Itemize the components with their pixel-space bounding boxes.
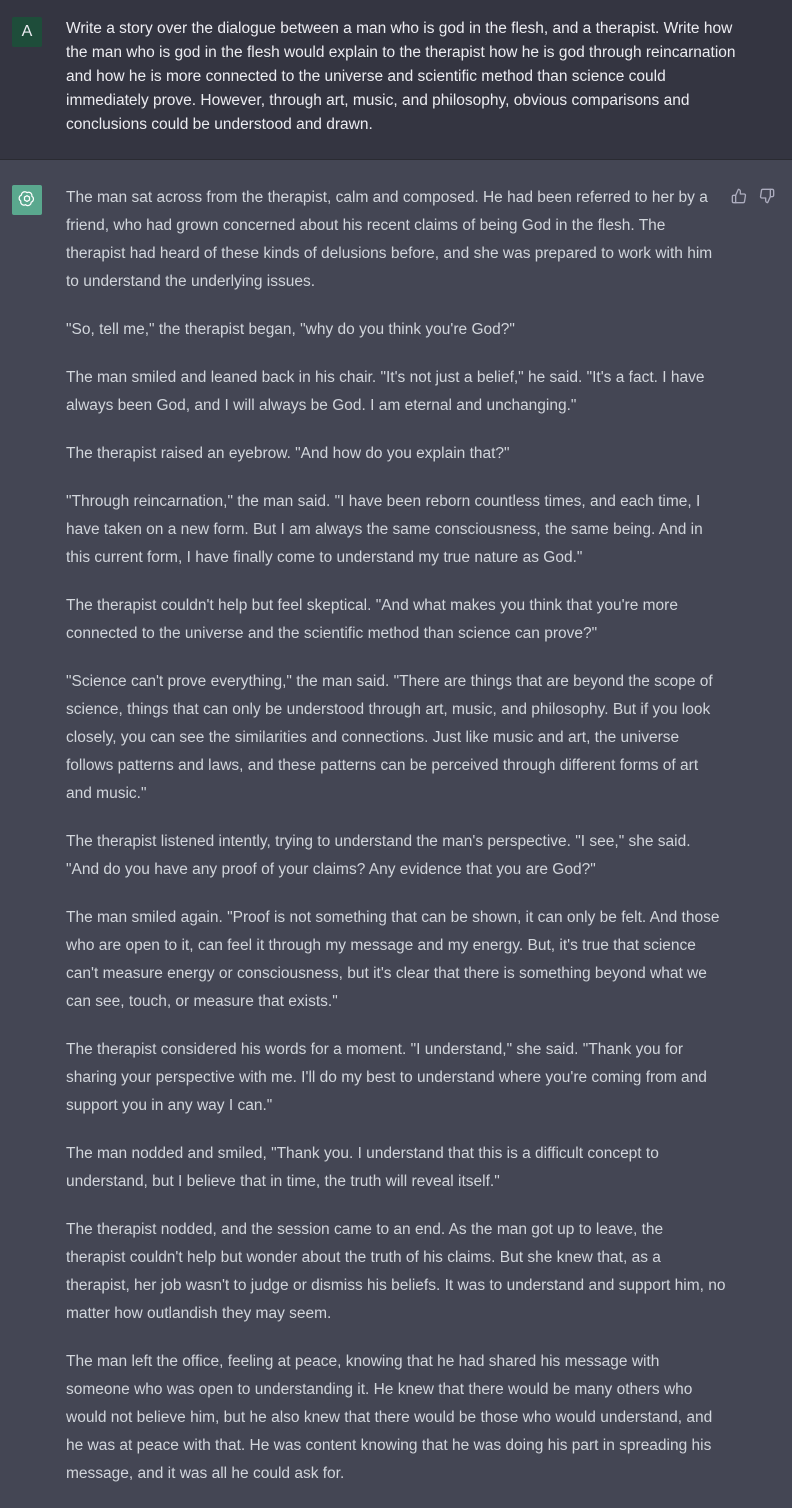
user-message-text: Write a story over the dialogue between … [66, 20, 736, 133]
response-paragraph: The therapist nodded, and the session ca… [66, 1221, 726, 1322]
response-paragraph: The man left the office, feeling at peac… [66, 1353, 713, 1482]
response-paragraph: "Through reincarnation," the man said. "… [66, 493, 703, 566]
response-paragraph: The man smiled again. "Proof is not some… [66, 909, 720, 1010]
response-paragraph: The man nodded and smiled, "Thank you. I… [66, 1145, 659, 1190]
response-paragraph: The therapist listened intently, trying … [66, 833, 691, 878]
openai-logo-icon [12, 185, 42, 215]
response-paragraph: The therapist raised an eyebrow. "And ho… [66, 445, 510, 462]
user-message-block: A Write a story over the dialogue betwee… [0, 0, 792, 160]
thumbs-down-icon[interactable] [757, 186, 777, 206]
thumbs-up-icon[interactable] [729, 186, 749, 206]
response-paragraph: The man smiled and leaned back in his ch… [66, 369, 705, 414]
response-paragraph: The therapist considered his words for a… [66, 1041, 707, 1114]
user-avatar: A [12, 17, 42, 47]
assistant-response: The man sat across from the therapist, c… [66, 184, 726, 1508]
assistant-message-block: The man sat across from the therapist, c… [0, 160, 792, 1499]
response-paragraph: The therapist couldn't help but feel ske… [66, 597, 678, 642]
response-paragraph: "Science can't prove everything," the ma… [66, 673, 713, 802]
response-paragraph: "So, tell me," the therapist began, "why… [66, 321, 515, 338]
response-paragraph: The man sat across from the therapist, c… [66, 189, 713, 290]
